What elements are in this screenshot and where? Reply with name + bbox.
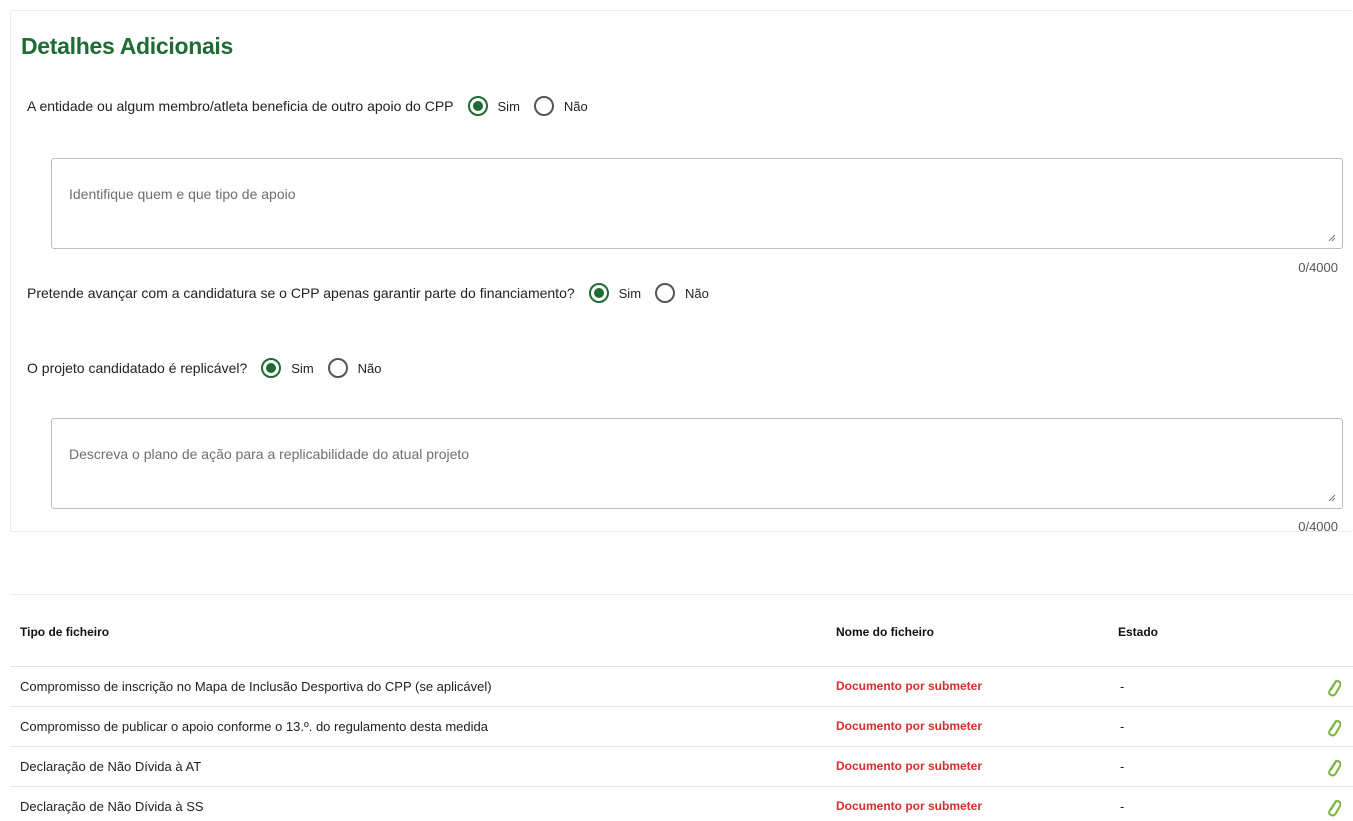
char-counter: 0/4000 <box>1298 519 1338 534</box>
file-type-cell: Compromisso de publicar o apoio conforme… <box>20 719 488 734</box>
table-header: Tipo de ficheiro Nome do ficheiro Estado <box>10 595 1353 667</box>
radio-label-yes: Sim <box>618 285 642 301</box>
status-cell: - <box>1120 759 1125 774</box>
radio-label-no: Não <box>685 285 709 301</box>
question-label: Pretende avançar com a candidatura se o … <box>27 285 575 301</box>
question-label: O projeto candidatado é replicável? <box>27 360 248 376</box>
table-row: Declaração de Não Dívida à SS Documento … <box>10 787 1353 821</box>
question-other-support: A entidade ou algum membro/atleta benefi… <box>27 94 602 118</box>
paperclip-icon[interactable] <box>1325 796 1341 818</box>
radio-label-no: Não <box>563 98 588 114</box>
radio-button[interactable] <box>533 96 554 116</box>
files-table: Tipo de ficheiro Nome do ficheiro Estado… <box>10 594 1353 821</box>
resize-handle-icon[interactable] <box>1328 234 1336 242</box>
file-type-cell: Compromisso de inscrição no Mapa de Incl… <box>20 679 492 694</box>
file-name-cell: Documento por submeter <box>836 799 983 813</box>
question-label: A entidade ou algum membro/atleta benefi… <box>27 98 454 114</box>
file-name-cell: Documento por submeter <box>836 679 983 693</box>
radio-label-no: Não <box>357 360 382 376</box>
radio-button[interactable] <box>327 358 348 378</box>
radio-button-checked[interactable] <box>261 358 282 378</box>
replicability-plan-textarea[interactable]: Descreva o plano de ação para a replicab… <box>51 418 1343 509</box>
file-name-cell: Documento por submeter <box>836 759 983 773</box>
char-counter: 0/4000 <box>1298 260 1338 275</box>
radio-option-no[interactable]: Não <box>655 283 709 303</box>
question-partial-funding: Pretende avançar com a candidatura se o … <box>27 281 723 305</box>
radio-option-yes[interactable]: Sim <box>467 96 520 116</box>
textarea-placeholder: Descreva o plano de ação para a replicab… <box>69 446 470 462</box>
paperclip-icon[interactable] <box>1325 716 1341 738</box>
table-row: Declaração de Não Dívida à AT Documento … <box>10 747 1353 787</box>
file-name-cell: Documento por submeter <box>836 719 983 733</box>
file-type-cell: Declaração de Não Dívida à SS <box>20 799 204 814</box>
radio-button-checked[interactable] <box>467 96 488 116</box>
table-row: Compromisso de publicar o apoio conforme… <box>10 707 1353 747</box>
radio-label-yes: Sim <box>291 360 314 376</box>
radio-label-yes: Sim <box>497 98 520 114</box>
radio-button-checked[interactable] <box>588 283 609 303</box>
support-description-textarea[interactable]: Identifique quem e que tipo de apoio <box>51 158 1343 249</box>
radio-option-yes[interactable]: Sim <box>588 283 642 303</box>
paperclip-icon[interactable] <box>1325 676 1341 698</box>
status-cell: - <box>1120 799 1125 814</box>
radio-button[interactable] <box>655 283 676 303</box>
file-type-cell: Declaração de Não Dívida à AT <box>20 759 202 774</box>
textarea-placeholder: Identifique quem e que tipo de apoio <box>69 186 296 202</box>
header-file-type: Tipo de ficheiro <box>20 625 110 639</box>
header-file-name: Nome do ficheiro <box>836 625 935 639</box>
radio-option-yes[interactable]: Sim <box>261 358 314 378</box>
resize-handle-icon[interactable] <box>1328 494 1336 502</box>
table-row: Compromisso de inscrição no Mapa de Incl… <box>10 667 1353 707</box>
status-cell: - <box>1120 679 1125 694</box>
radio-option-no[interactable]: Não <box>327 358 382 378</box>
radio-option-no[interactable]: Não <box>533 96 588 116</box>
status-cell: - <box>1120 719 1125 734</box>
header-status: Estado <box>1118 625 1159 639</box>
question-replicable: O projeto candidatado é replicável? Sim … <box>27 356 396 380</box>
additional-details-card: Detalhes Adicionais A entidade ou algum … <box>10 10 1353 534</box>
section-title: Detalhes Adicionais <box>21 33 234 59</box>
paperclip-icon[interactable] <box>1325 756 1341 778</box>
